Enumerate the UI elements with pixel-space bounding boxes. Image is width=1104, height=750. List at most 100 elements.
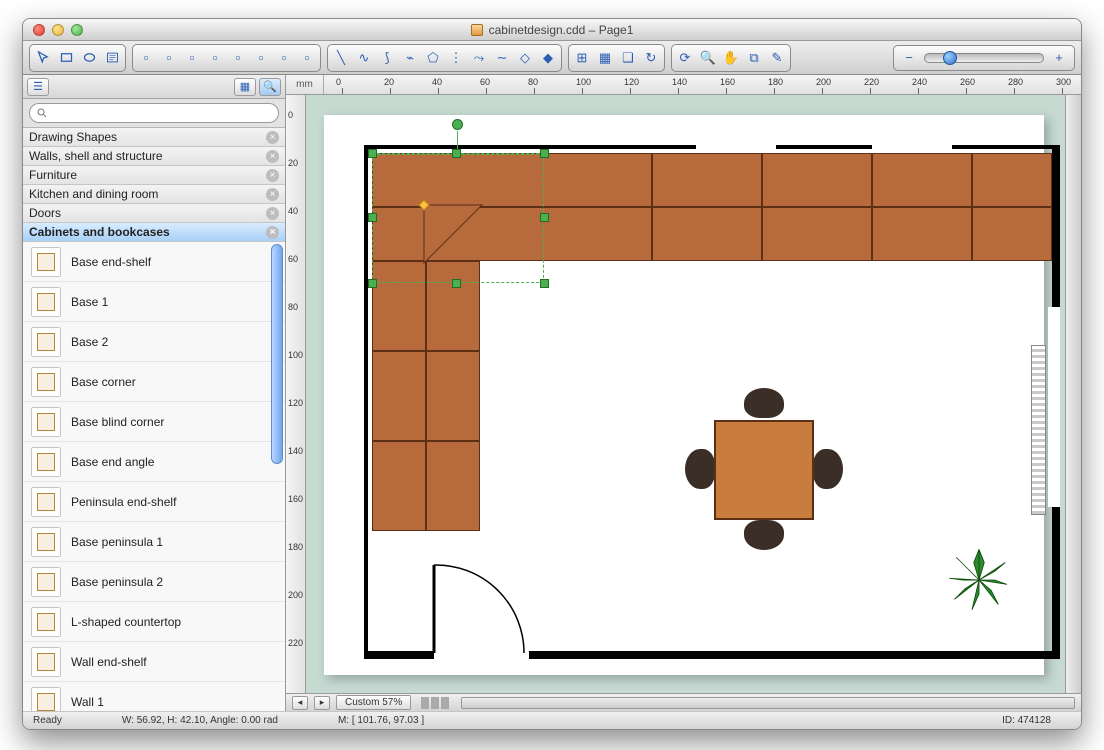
shape-item[interactable]: Base corner — [23, 362, 285, 402]
page-thumb[interactable] — [441, 697, 449, 709]
spline-tool[interactable]: ∼ — [491, 47, 513, 69]
polyline-tool[interactable]: ⌁ — [399, 47, 421, 69]
line-tool[interactable]: ╲ — [330, 47, 352, 69]
category-item[interactable]: Doors× — [23, 204, 285, 223]
canvas-v-scrollbar[interactable] — [1065, 95, 1081, 693]
curve-tool[interactable]: ∿ — [353, 47, 375, 69]
zoom-slider[interactable] — [924, 53, 1044, 63]
shape-item[interactable]: Wall 1 — [23, 682, 285, 711]
page-thumb[interactable] — [431, 697, 439, 709]
arc-tool[interactable]: ⟆ — [376, 47, 398, 69]
shape-tool[interactable]: ◆ — [537, 47, 559, 69]
bezier-tool[interactable]: ⤳ — [468, 47, 490, 69]
grid-icon[interactable]: ▦ — [594, 47, 616, 69]
cabinet-left[interactable] — [372, 441, 426, 531]
dining-table[interactable] — [694, 400, 834, 540]
shape-item[interactable]: L-shaped countertop — [23, 602, 285, 642]
panel-tab-grid-icon[interactable]: ▦ — [234, 78, 256, 96]
cabinet-top[interactable] — [652, 153, 762, 207]
shape-item[interactable]: Base 2 — [23, 322, 285, 362]
ruler-tick-label: 220 — [288, 638, 303, 648]
category-item[interactable]: Furniture× — [23, 166, 285, 185]
cabinet-left[interactable] — [426, 351, 480, 441]
panel-tabs: ☰ ▦ 🔍 — [23, 75, 285, 99]
resize-handle[interactable] — [452, 279, 461, 288]
layers-icon[interactable]: ❏ — [617, 47, 639, 69]
rotation-handle[interactable] — [452, 119, 463, 130]
category-close-icon[interactable]: × — [266, 188, 279, 201]
group-icon[interactable]: ▫ — [273, 47, 295, 69]
category-close-icon[interactable]: × — [266, 226, 279, 239]
drawing-canvas[interactable] — [306, 95, 1065, 693]
pan-icon[interactable]: ✋ — [720, 47, 742, 69]
ungroup-icon[interactable]: ▫ — [296, 47, 318, 69]
align-icon[interactable]: ▫ — [204, 47, 226, 69]
align-icon[interactable]: ▫ — [181, 47, 203, 69]
zoom-in-icon[interactable]: + — [1050, 49, 1068, 67]
zoom-level-label[interactable]: Custom 57% — [336, 695, 411, 710]
page-next-button[interactable]: ▸ — [314, 696, 330, 710]
shape-item[interactable]: Base blind corner — [23, 402, 285, 442]
resize-handle[interactable] — [368, 149, 377, 158]
align-icon[interactable]: ▫ — [250, 47, 272, 69]
shape-item[interactable]: Base 1 — [23, 282, 285, 322]
radiator[interactable] — [1031, 345, 1046, 515]
cabinet-left[interactable] — [372, 351, 426, 441]
snap-icon[interactable]: ⊞ — [571, 47, 593, 69]
rotate-icon[interactable]: ↻ — [640, 47, 662, 69]
zoom-out-icon[interactable]: − — [900, 49, 918, 67]
zoom-region-icon[interactable]: ⧉ — [743, 47, 765, 69]
align-icon[interactable]: ▫ — [158, 47, 180, 69]
polygon-tool[interactable]: ⬠ — [422, 47, 444, 69]
ellipse-tool[interactable] — [78, 47, 100, 69]
shape-list-scrollbar[interactable] — [271, 244, 283, 464]
shape-tool[interactable]: ◇ — [514, 47, 536, 69]
shape-item[interactable]: Base end angle — [23, 442, 285, 482]
shape-item[interactable]: Wall end-shelf — [23, 642, 285, 682]
resize-handle[interactable] — [540, 149, 549, 158]
points-tool[interactable]: ⋮ — [445, 47, 467, 69]
category-item[interactable]: Drawing Shapes× — [23, 128, 285, 147]
category-item[interactable]: Kitchen and dining room× — [23, 185, 285, 204]
rectangle-tool[interactable] — [55, 47, 77, 69]
category-item[interactable]: Cabinets and bookcases× — [23, 223, 285, 242]
page-thumb[interactable] — [421, 697, 429, 709]
cabinet-top[interactable] — [872, 153, 972, 207]
select-tool[interactable] — [32, 47, 54, 69]
shape-item[interactable]: Base peninsula 2 — [23, 562, 285, 602]
category-close-icon[interactable]: × — [266, 131, 279, 144]
shape-item[interactable]: Base end-shelf — [23, 242, 285, 282]
resize-handle[interactable] — [368, 279, 377, 288]
category-close-icon[interactable]: × — [266, 207, 279, 220]
panel-tab-search-icon[interactable]: 🔍 — [259, 78, 281, 96]
resize-handle[interactable] — [540, 279, 549, 288]
eyedropper-icon[interactable]: ✎ — [766, 47, 788, 69]
cabinet-top[interactable] — [972, 153, 1052, 207]
cabinet-top[interactable] — [652, 207, 762, 261]
category-list: Drawing Shapes×Walls, shell and structur… — [23, 128, 285, 242]
resize-handle[interactable] — [540, 213, 549, 222]
category-close-icon[interactable]: × — [266, 150, 279, 163]
refresh-icon[interactable]: ⟳ — [674, 47, 696, 69]
cabinet-top[interactable] — [972, 207, 1052, 261]
cabinet-top[interactable] — [762, 207, 872, 261]
resize-handle[interactable] — [452, 149, 461, 158]
category-item[interactable]: Walls, shell and structure× — [23, 147, 285, 166]
shape-item[interactable]: Base peninsula 1 — [23, 522, 285, 562]
align-icon[interactable]: ▫ — [227, 47, 249, 69]
shape-item[interactable]: Peninsula end-shelf — [23, 482, 285, 522]
zoom-icon[interactable]: 🔍 — [697, 47, 719, 69]
plant-icon[interactable] — [944, 545, 1014, 615]
page-prev-button[interactable]: ◂ — [292, 696, 308, 710]
zoom-slider-thumb[interactable] — [943, 51, 957, 65]
panel-tab-tree-icon[interactable]: ☰ — [27, 78, 49, 96]
resize-handle[interactable] — [368, 213, 377, 222]
cabinet-top[interactable] — [762, 153, 872, 207]
cabinet-top[interactable] — [872, 207, 972, 261]
cabinet-left[interactable] — [426, 441, 480, 531]
category-close-icon[interactable]: × — [266, 169, 279, 182]
shape-search-input[interactable] — [29, 103, 279, 123]
text-tool[interactable] — [101, 47, 123, 69]
canvas-h-scrollbar[interactable] — [461, 697, 1075, 709]
align-icon[interactable]: ▫ — [135, 47, 157, 69]
